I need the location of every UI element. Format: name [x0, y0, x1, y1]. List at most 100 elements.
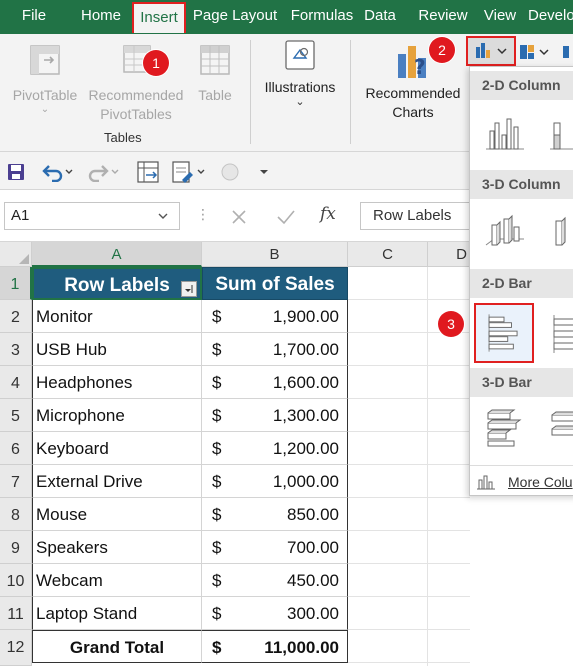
3d-clustered-bar-icon[interactable]	[482, 405, 528, 451]
sales-value-cell[interactable]: $1,200.00	[202, 432, 348, 465]
tab-page-layout[interactable]: Page Layout	[190, 0, 280, 34]
quick-access-toolbar	[0, 152, 470, 190]
row-header-12[interactable]: 12	[0, 630, 32, 666]
grand-total-currency: $	[212, 638, 222, 657]
fit-columns-icon[interactable]	[136, 160, 160, 184]
stacked-column-icon[interactable]	[546, 109, 573, 155]
sales-value-cell[interactable]: $450.00	[202, 564, 348, 597]
circle-shape-icon[interactable]	[220, 162, 240, 182]
tab-formulas[interactable]: Formulas	[286, 0, 358, 34]
customize-toolbar-icon[interactable]	[258, 166, 270, 178]
select-all-triangle-icon	[19, 254, 29, 264]
pivottable-icon	[30, 45, 60, 75]
redo-icon[interactable]	[86, 162, 122, 182]
recommended-pivottables-button[interactable]: Recommended PivotTables	[84, 42, 188, 126]
row-header-7[interactable]: 7	[0, 465, 32, 498]
undo-icon[interactable]	[40, 162, 76, 182]
tab-review[interactable]: Review	[414, 0, 472, 34]
row-label-cell[interactable]: External Drive	[32, 465, 202, 498]
more-column-charts-label: More Colu	[508, 474, 573, 490]
row-label-cell[interactable]: Headphones	[32, 366, 202, 399]
row-header-11[interactable]: 11	[0, 597, 32, 630]
tab-file[interactable]: File	[10, 0, 58, 34]
insert-chart-more-button[interactable]	[560, 40, 573, 64]
row-label-cell[interactable]: Microphone	[32, 399, 202, 432]
clustered-bar-icon[interactable]	[474, 303, 534, 363]
tab-view[interactable]: View	[480, 0, 520, 34]
table-header-row-labels[interactable]: Row Labels	[32, 267, 202, 300]
sales-value-cell[interactable]: $300.00	[202, 597, 348, 630]
row-label-cell[interactable]: USB Hub	[32, 333, 202, 366]
column-header-d[interactable]: D	[428, 242, 470, 267]
row-header-1[interactable]: 1	[0, 267, 32, 300]
column-chart-icon	[476, 43, 507, 58]
row-label-cell[interactable]: Speakers	[32, 531, 202, 564]
insert-column-chart-button[interactable]	[466, 36, 516, 66]
insert-hierarchy-chart-button[interactable]	[518, 40, 558, 64]
sales-value-cell[interactable]: $1,700.00	[202, 333, 348, 366]
sales-value-cell[interactable]: $850.00	[202, 498, 348, 531]
3d-stacked-bar-icon[interactable]	[546, 405, 573, 451]
grand-total-label[interactable]: Grand Total	[32, 630, 202, 663]
illustrations-button[interactable]: Illustrations ⌄	[258, 38, 342, 122]
hierarchy-chart-icon	[520, 45, 549, 59]
tab-developer[interactable]: Develo	[528, 0, 573, 34]
form-edit-icon[interactable]	[170, 160, 210, 184]
step-badge-1: 1	[143, 50, 169, 76]
table-icon	[200, 45, 230, 75]
tab-data[interactable]: Data	[364, 0, 396, 34]
column-header-c[interactable]: C	[348, 242, 428, 267]
grand-total-value-cell[interactable]: $ 11,000.00	[202, 630, 348, 663]
row-label-cell[interactable]: Keyboard	[32, 432, 202, 465]
row-label-cell[interactable]: Mouse	[32, 498, 202, 531]
table-button[interactable]: Table	[190, 42, 240, 122]
stacked-bar-icon[interactable]	[546, 311, 573, 357]
ribbon-divider-2	[350, 40, 351, 144]
row-header-6[interactable]: 6	[0, 432, 32, 465]
column-chart-dropdown: 2-D Column 3-D Column 2-D Bar 3-D Bar Mo…	[469, 66, 573, 496]
sales-value-cell[interactable]: $700.00	[202, 531, 348, 564]
filter-dropdown-button[interactable]	[181, 281, 197, 297]
name-box-chevron-icon[interactable]	[156, 212, 170, 222]
currency-symbol: $	[212, 538, 222, 557]
pivottable-button[interactable]: PivotTable ⌄	[6, 42, 84, 122]
section-3d-bar: 3-D Bar	[470, 368, 573, 397]
name-box[interactable]: A1	[4, 202, 180, 230]
select-all-corner[interactable]	[0, 242, 32, 267]
sales-value-cell[interactable]: $1,600.00	[202, 366, 348, 399]
sales-value-cell[interactable]: $1,900.00	[202, 300, 348, 333]
more-column-charts-link[interactable]: More Colu	[470, 465, 573, 495]
row-header-10[interactable]: 10	[0, 564, 32, 597]
illustrations-chevron-icon: ⌄	[295, 96, 305, 108]
ribbon-divider	[250, 40, 251, 144]
3d-clustered-column-icon[interactable]	[482, 207, 528, 253]
row-label-cell[interactable]: Monitor	[32, 300, 202, 333]
row-label-cell[interactable]: Laptop Stand	[32, 597, 202, 630]
tab-insert[interactable]: Insert	[132, 2, 186, 33]
formula-input[interactable]: Row Labels	[360, 202, 470, 230]
row-header-8[interactable]: 8	[0, 498, 32, 531]
row-header-2[interactable]: 2	[0, 300, 32, 333]
column-header-b[interactable]: B	[202, 242, 348, 267]
clustered-column-icon[interactable]	[482, 109, 528, 155]
cancel-entry-icon[interactable]	[230, 208, 248, 226]
insert-function-icon[interactable]: fx	[320, 204, 336, 224]
row-header-3[interactable]: 3	[0, 333, 32, 366]
sales-value: 1,600.00	[272, 373, 339, 392]
currency-symbol: $	[212, 439, 222, 458]
tab-home[interactable]: Home	[72, 0, 130, 34]
save-icon[interactable]	[6, 162, 26, 182]
confirm-entry-icon[interactable]	[276, 208, 296, 226]
column-header-a[interactable]: A	[32, 242, 202, 267]
formula-bar: A1 ⋮ fx Row Labels	[0, 190, 470, 242]
step-badge-2: 2	[429, 37, 455, 63]
3d-stacked-column-icon[interactable]	[546, 207, 573, 253]
sales-value-cell[interactable]: $1,000.00	[202, 465, 348, 498]
row-header-9[interactable]: 9	[0, 531, 32, 564]
row-header-4[interactable]: 4	[0, 366, 32, 399]
pivottable-chevron-icon: ⌄	[40, 104, 50, 115]
row-header-5[interactable]: 5	[0, 399, 32, 432]
row-label-cell[interactable]: Webcam	[32, 564, 202, 597]
table-header-sum-of-sales[interactable]: Sum of Sales	[202, 267, 348, 300]
sales-value-cell[interactable]: $1,300.00	[202, 399, 348, 432]
